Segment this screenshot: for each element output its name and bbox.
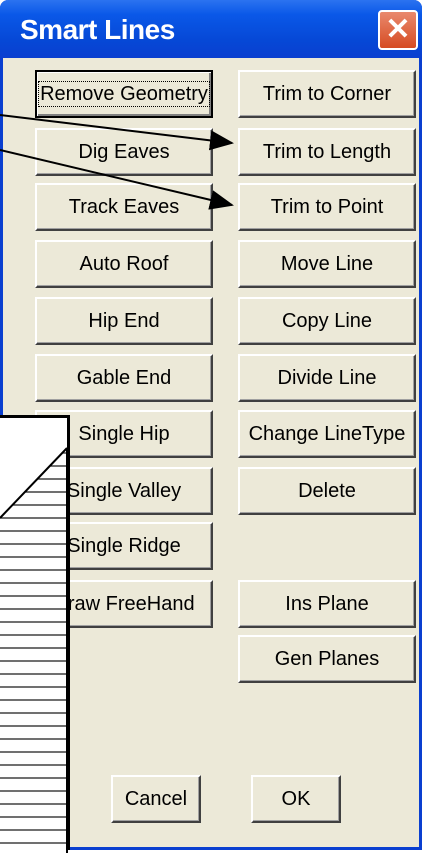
arrow-to-trim-to-point — [0, 149, 234, 210]
arrow-to-trim-to-length — [0, 114, 234, 151]
annotation-arrows — [0, 114, 234, 210]
